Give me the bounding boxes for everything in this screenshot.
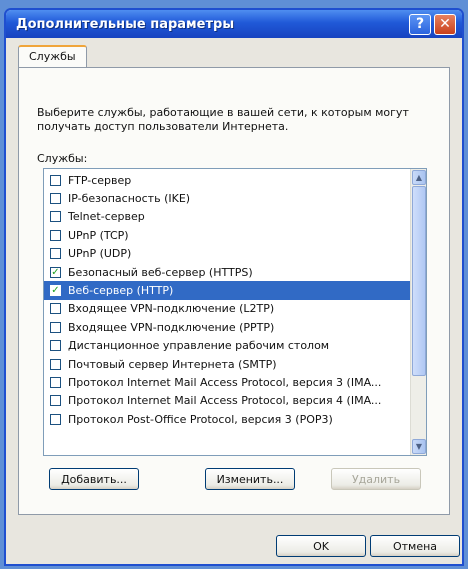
list-item[interactable]: Входящее VPN-подключение (L2TP) (44, 300, 410, 318)
list-item[interactable]: Почтовый сервер Интернета (SMTP) (44, 355, 410, 373)
list-item-label: Безопасный веб-сервер (HTTPS) (68, 265, 253, 279)
list-item-label: Протокол Internet Mail Access Protocol, … (68, 375, 382, 389)
checkbox[interactable] (50, 376, 61, 388)
list-item-label: Telnet-сервер (68, 210, 145, 224)
services-list-label: Службы: (37, 152, 88, 165)
tab-panel-services: Выберите службы, работающие в вашей сети… (18, 67, 450, 515)
scroll-down-button[interactable]: ▼ (412, 439, 426, 454)
list-item[interactable]: Дистанционное управление рабочим столом (44, 337, 410, 355)
list-item[interactable]: Протокол Internet Mail Access Protocol, … (44, 392, 410, 410)
scroll-up-button[interactable]: ▲ (412, 170, 426, 185)
panel-description: Выберите службы, работающие в вашей сети… (37, 106, 409, 133)
list-item[interactable]: Протокол Internet Mail Access Protocol, … (44, 373, 410, 391)
edit-button[interactable]: Изменить... (205, 468, 295, 490)
checkbox[interactable] (50, 340, 61, 352)
list-item-label: Почтовый сервер Интернета (SMTP) (68, 357, 277, 371)
close-button[interactable]: ✕ (434, 13, 456, 35)
tab-strip: Службы (18, 44, 87, 67)
title-bar[interactable]: Дополнительные параметры ? ✕ (6, 10, 462, 38)
checkmark-icon: ✓ (51, 285, 60, 297)
tab-services[interactable]: Службы (18, 45, 87, 67)
checkbox[interactable] (50, 321, 61, 333)
list-item[interactable]: Входящее VPN-подключение (PPTP) (44, 318, 410, 336)
list-item[interactable]: IP-безопасность (IKE) (44, 189, 410, 207)
checkbox[interactable] (50, 395, 61, 407)
services-list[interactable]: FTP-сервер IP-безопасность (IKE) Telnet-се… (43, 168, 427, 456)
list-item[interactable]: ✓ Безопасный веб-сервер (HTTPS) (44, 263, 410, 281)
help-button[interactable]: ? (409, 13, 431, 35)
list-item-label: Протокол Post-Office Protocol, версия 3 … (68, 412, 333, 426)
dialog-window: Дополнительные параметры ? ✕ Службы Выбе… (4, 8, 464, 566)
checkbox[interactable] (50, 193, 61, 205)
checkbox[interactable] (50, 248, 61, 260)
list-item-label: UPnP (UDP) (68, 247, 132, 261)
list-scrollbar[interactable]: ▲ ▼ (410, 169, 426, 455)
checkbox-checked[interactable]: ✓ (50, 266, 61, 278)
checkbox-checked[interactable]: ✓ (50, 285, 61, 297)
close-icon: ✕ (439, 16, 451, 32)
list-item-label: Протокол Internet Mail Access Protocol, … (68, 394, 382, 408)
checkbox[interactable] (50, 358, 61, 370)
chevron-down-icon: ▼ (415, 442, 423, 451)
list-item-label: Дистанционное управление рабочим столом (68, 339, 330, 353)
checkbox[interactable] (50, 413, 61, 425)
delete-button[interactable]: Удалить (331, 468, 421, 490)
checkbox[interactable] (50, 229, 61, 241)
help-icon: ? (415, 16, 425, 32)
list-item-label: UPnP (TCP) (68, 228, 129, 242)
add-button[interactable]: Добавить... (49, 468, 139, 490)
checkbox[interactable] (50, 303, 61, 315)
chevron-up-icon: ▲ (415, 173, 423, 182)
checkmark-icon: ✓ (51, 266, 60, 278)
list-item-label: Входящее VPN-подключение (L2TP) (68, 302, 275, 316)
list-item[interactable]: ✓ Веб-сервер (HTTP) (44, 281, 410, 300)
window-title: Дополнительные параметры (16, 16, 235, 32)
list-item-label: FTP-сервер (68, 173, 132, 187)
list-item-label: Входящее VPN-подключение (PPTP) (68, 320, 275, 334)
list-item-label: Веб-сервер (HTTP) (68, 284, 174, 298)
cancel-button[interactable]: Отмена (370, 535, 460, 557)
list-item[interactable]: UPnP (TCP) (44, 226, 410, 244)
list-item[interactable]: UPnP (UDP) (44, 245, 410, 263)
checkbox[interactable] (50, 211, 61, 223)
list-item[interactable]: Протокол Post-Office Protocol, версия 3 … (44, 410, 410, 428)
ok-button[interactable]: OK (276, 535, 366, 557)
checkbox[interactable] (50, 174, 61, 186)
scroll-thumb[interactable] (412, 186, 426, 376)
list-item[interactable]: FTP-сервер (44, 171, 410, 189)
services-rows: FTP-сервер IP-безопасность (IKE) Telnet-се… (44, 171, 410, 428)
list-item[interactable]: Telnet-сервер (44, 208, 410, 226)
list-item-label: IP-безопасность (IKE) (68, 192, 191, 206)
